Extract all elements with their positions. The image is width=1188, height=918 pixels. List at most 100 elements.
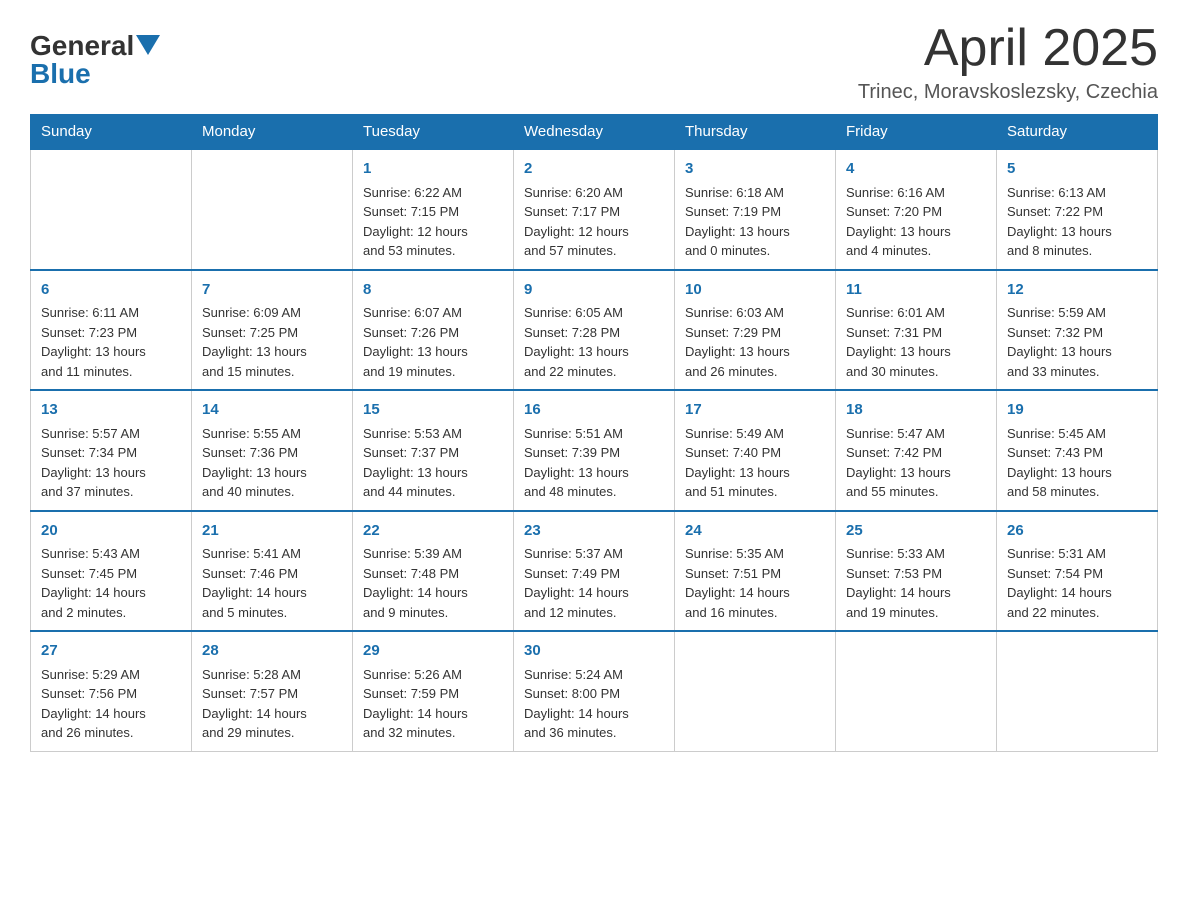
- day-info: and 2 minutes.: [41, 603, 181, 623]
- location-subtitle: Trinec, Moravskoslezsky, Czechia: [858, 81, 1158, 104]
- day-info: and 36 minutes.: [524, 723, 664, 743]
- calendar-cell: 17Sunrise: 5:49 AMSunset: 7:40 PMDayligh…: [675, 390, 836, 511]
- day-info: Sunrise: 5:26 AM: [363, 665, 503, 685]
- calendar-cell: 5Sunrise: 6:13 AMSunset: 7:22 PMDaylight…: [997, 149, 1158, 270]
- day-info: Daylight: 14 hours: [41, 704, 181, 724]
- calendar-cell: 29Sunrise: 5:26 AMSunset: 7:59 PMDayligh…: [353, 631, 514, 751]
- calendar-cell: 11Sunrise: 6:01 AMSunset: 7:31 PMDayligh…: [836, 270, 997, 391]
- calendar-week-row: 6Sunrise: 6:11 AMSunset: 7:23 PMDaylight…: [31, 270, 1158, 391]
- day-info: Daylight: 12 hours: [524, 222, 664, 242]
- calendar-cell: 19Sunrise: 5:45 AMSunset: 7:43 PMDayligh…: [997, 390, 1158, 511]
- day-info: and 44 minutes.: [363, 482, 503, 502]
- day-info: and 55 minutes.: [846, 482, 986, 502]
- day-info: Sunset: 7:54 PM: [1007, 564, 1147, 584]
- day-info: Sunset: 7:59 PM: [363, 684, 503, 704]
- day-info: Daylight: 13 hours: [846, 342, 986, 362]
- day-number: 28: [202, 640, 342, 663]
- day-number: 27: [41, 640, 181, 663]
- day-number: 16: [524, 399, 664, 422]
- calendar-day-header: Tuesday: [353, 115, 514, 150]
- day-info: Sunrise: 6:20 AM: [524, 183, 664, 203]
- day-info: Sunrise: 5:24 AM: [524, 665, 664, 685]
- logo-arrow-icon: [136, 35, 160, 59]
- day-info: Daylight: 14 hours: [202, 583, 342, 603]
- calendar-day-header: Sunday: [31, 115, 192, 150]
- calendar-cell: 12Sunrise: 5:59 AMSunset: 7:32 PMDayligh…: [997, 270, 1158, 391]
- day-number: 2: [524, 158, 664, 181]
- calendar-cell: 24Sunrise: 5:35 AMSunset: 7:51 PMDayligh…: [675, 511, 836, 632]
- day-info: and 19 minutes.: [846, 603, 986, 623]
- day-number: 21: [202, 520, 342, 543]
- day-number: 6: [41, 279, 181, 302]
- day-info: Daylight: 13 hours: [202, 342, 342, 362]
- calendar-header-row: SundayMondayTuesdayWednesdayThursdayFrid…: [31, 115, 1158, 150]
- day-info: Daylight: 13 hours: [1007, 463, 1147, 483]
- day-info: Sunrise: 5:53 AM: [363, 424, 503, 444]
- day-info: Sunset: 7:22 PM: [1007, 202, 1147, 222]
- day-info: Sunset: 7:48 PM: [363, 564, 503, 584]
- day-info: Daylight: 13 hours: [1007, 342, 1147, 362]
- day-info: Daylight: 13 hours: [524, 342, 664, 362]
- day-info: and 16 minutes.: [685, 603, 825, 623]
- day-number: 25: [846, 520, 986, 543]
- day-info: Sunset: 7:31 PM: [846, 323, 986, 343]
- day-info: Daylight: 13 hours: [363, 463, 503, 483]
- day-info: and 22 minutes.: [524, 362, 664, 382]
- calendar-cell: 6Sunrise: 6:11 AMSunset: 7:23 PMDaylight…: [31, 270, 192, 391]
- day-info: Sunrise: 6:05 AM: [524, 303, 664, 323]
- day-info: Sunrise: 5:39 AM: [363, 544, 503, 564]
- day-number: 8: [363, 279, 503, 302]
- day-info: Sunrise: 5:37 AM: [524, 544, 664, 564]
- day-info: Daylight: 14 hours: [363, 583, 503, 603]
- day-number: 13: [41, 399, 181, 422]
- calendar-day-header: Wednesday: [514, 115, 675, 150]
- day-number: 9: [524, 279, 664, 302]
- day-number: 12: [1007, 279, 1147, 302]
- day-number: 7: [202, 279, 342, 302]
- day-info: and 0 minutes.: [685, 241, 825, 261]
- day-info: Sunrise: 5:28 AM: [202, 665, 342, 685]
- day-info: Daylight: 14 hours: [1007, 583, 1147, 603]
- day-info: Sunset: 7:36 PM: [202, 443, 342, 463]
- day-info: Sunrise: 5:55 AM: [202, 424, 342, 444]
- day-info: Daylight: 12 hours: [363, 222, 503, 242]
- day-info: and 22 minutes.: [1007, 603, 1147, 623]
- day-info: Sunrise: 5:33 AM: [846, 544, 986, 564]
- day-info: Sunset: 7:19 PM: [685, 202, 825, 222]
- calendar-week-row: 13Sunrise: 5:57 AMSunset: 7:34 PMDayligh…: [31, 390, 1158, 511]
- day-info: and 12 minutes.: [524, 603, 664, 623]
- calendar-cell: 16Sunrise: 5:51 AMSunset: 7:39 PMDayligh…: [514, 390, 675, 511]
- day-info: Sunset: 7:42 PM: [846, 443, 986, 463]
- day-info: Daylight: 14 hours: [41, 583, 181, 603]
- day-info: Sunset: 8:00 PM: [524, 684, 664, 704]
- calendar-cell: 14Sunrise: 5:55 AMSunset: 7:36 PMDayligh…: [192, 390, 353, 511]
- day-info: Sunrise: 6:01 AM: [846, 303, 986, 323]
- calendar-cell: 28Sunrise: 5:28 AMSunset: 7:57 PMDayligh…: [192, 631, 353, 751]
- calendar-cell: 3Sunrise: 6:18 AMSunset: 7:19 PMDaylight…: [675, 149, 836, 270]
- day-info: Sunset: 7:20 PM: [846, 202, 986, 222]
- day-info: Sunrise: 5:41 AM: [202, 544, 342, 564]
- day-info: and 30 minutes.: [846, 362, 986, 382]
- day-number: 19: [1007, 399, 1147, 422]
- day-info: Daylight: 13 hours: [41, 463, 181, 483]
- calendar-week-row: 20Sunrise: 5:43 AMSunset: 7:45 PMDayligh…: [31, 511, 1158, 632]
- day-info: Daylight: 14 hours: [524, 704, 664, 724]
- day-number: 24: [685, 520, 825, 543]
- calendar-day-header: Friday: [836, 115, 997, 150]
- day-info: Daylight: 13 hours: [524, 463, 664, 483]
- calendar-cell: [997, 631, 1158, 751]
- calendar-cell: [192, 149, 353, 270]
- calendar-cell: 23Sunrise: 5:37 AMSunset: 7:49 PMDayligh…: [514, 511, 675, 632]
- day-info: Daylight: 14 hours: [202, 704, 342, 724]
- calendar-cell: 30Sunrise: 5:24 AMSunset: 8:00 PMDayligh…: [514, 631, 675, 751]
- day-info: Sunset: 7:57 PM: [202, 684, 342, 704]
- day-number: 22: [363, 520, 503, 543]
- day-number: 23: [524, 520, 664, 543]
- calendar-cell: 21Sunrise: 5:41 AMSunset: 7:46 PMDayligh…: [192, 511, 353, 632]
- day-info: Daylight: 13 hours: [846, 222, 986, 242]
- day-number: 17: [685, 399, 825, 422]
- day-info: Sunset: 7:56 PM: [41, 684, 181, 704]
- day-info: Daylight: 13 hours: [685, 342, 825, 362]
- day-info: Sunrise: 5:29 AM: [41, 665, 181, 685]
- calendar-week-row: 1Sunrise: 6:22 AMSunset: 7:15 PMDaylight…: [31, 149, 1158, 270]
